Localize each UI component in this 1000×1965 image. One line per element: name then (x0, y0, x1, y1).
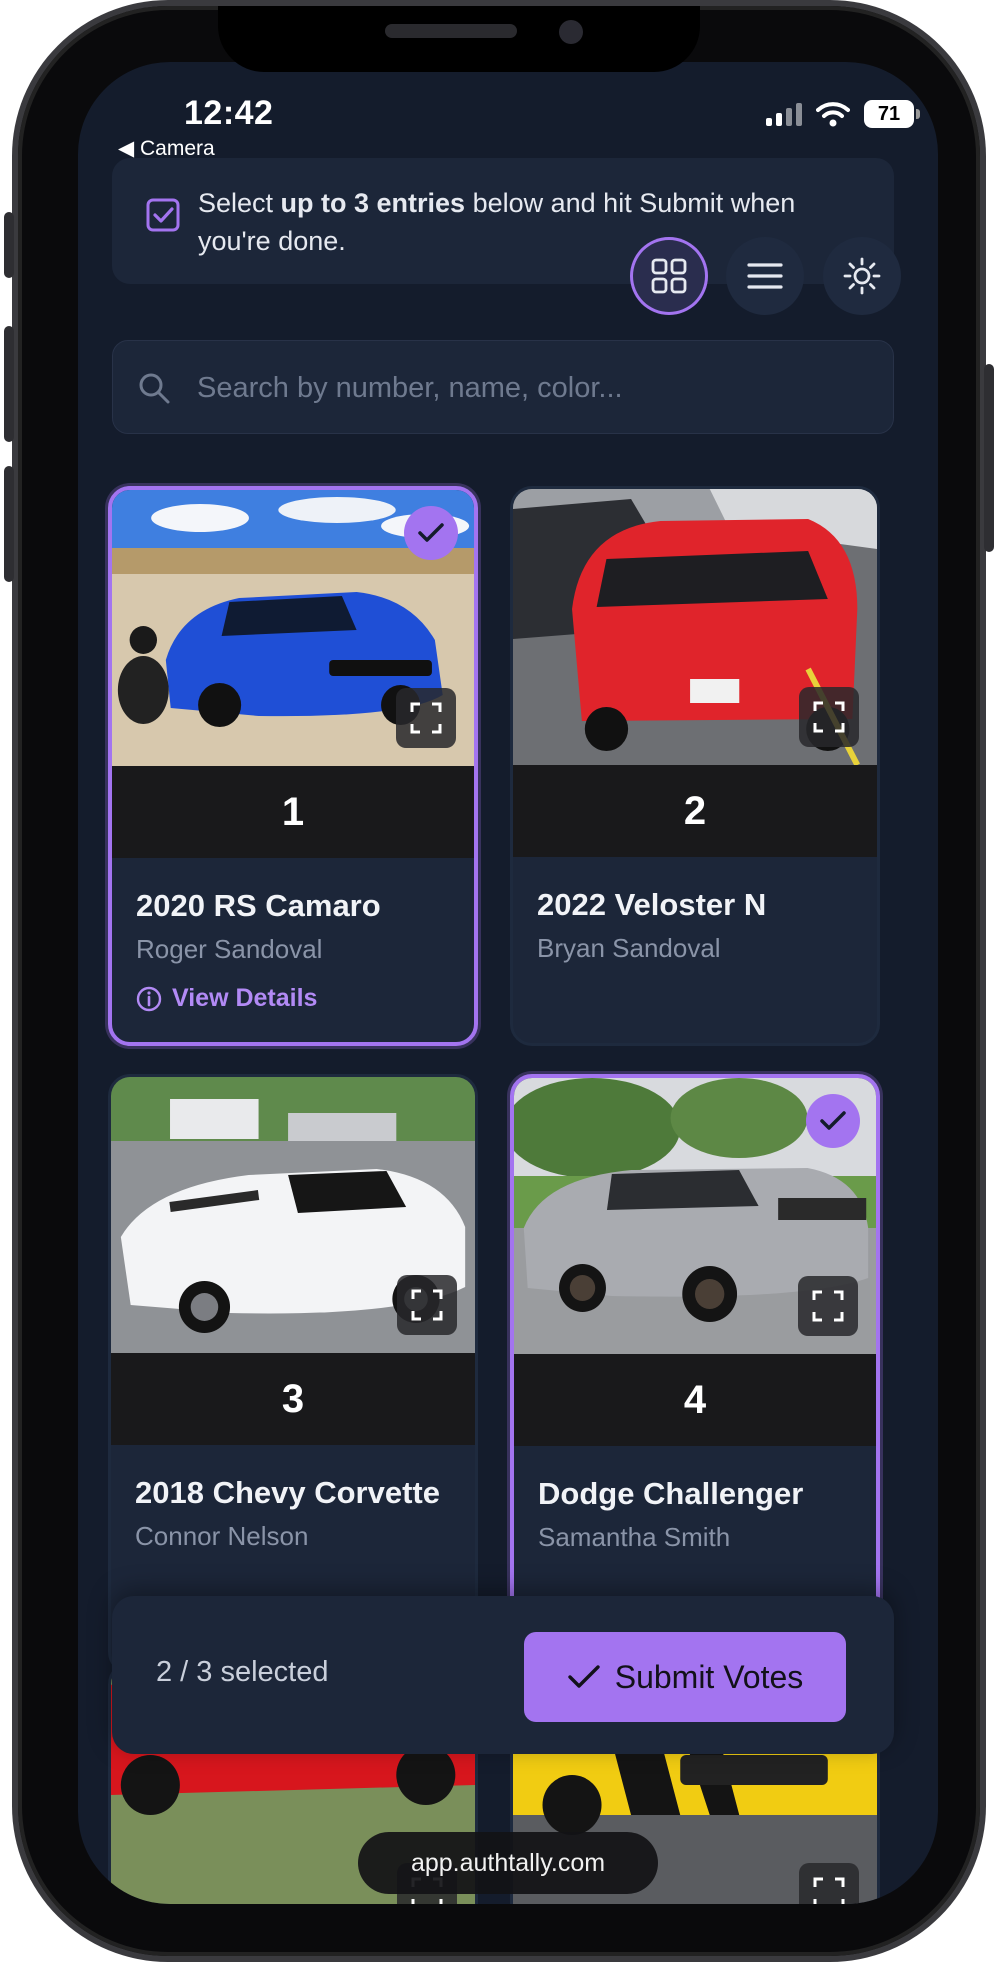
search-input[interactable] (195, 361, 859, 415)
entry-card-1[interactable]: 1 2020 RS Camaro Roger Sandoval View Det… (108, 486, 478, 1046)
entry-number: 3 (111, 1353, 475, 1445)
entry-owner: Samantha Smith (538, 1522, 731, 1552)
entry-card-3[interactable]: 3 2018 Chevy Corvette Connor Nelson (108, 1074, 478, 1674)
search-bar[interactable] (112, 340, 894, 434)
fullscreen-icon (812, 1290, 844, 1322)
entry-card-4[interactable]: 4 Dodge Challenger Samantha Smith (510, 1074, 880, 1674)
entry-photo[interactable] (111, 1077, 475, 1353)
expand-photo-button[interactable] (798, 1276, 858, 1336)
cellular-signal-icon (766, 102, 802, 126)
expand-photo-button[interactable] (799, 1863, 859, 1904)
entry-title: 2022 Veloster N (537, 887, 767, 922)
submit-votes-button[interactable]: Submit Votes (524, 1632, 846, 1722)
list-view-button[interactable] (726, 237, 804, 315)
entry-owner: Connor Nelson (135, 1521, 309, 1551)
list-view-icon (747, 263, 783, 289)
entry-owner: Bryan Sandoval (537, 933, 721, 963)
entry-photo[interactable] (112, 490, 474, 766)
grid-view-button[interactable] (630, 237, 708, 315)
search-icon (139, 373, 170, 404)
selection-count: 2 / 3 selected (156, 1656, 329, 1688)
fullscreen-icon (410, 702, 442, 734)
checkbox-icon (146, 198, 180, 232)
view-details-label: View Details (172, 984, 318, 1012)
selected-check-icon[interactable] (806, 1094, 860, 1148)
speaker (385, 24, 517, 38)
submit-votes-label: Submit Votes (614, 1658, 804, 1695)
expand-photo-button[interactable] (397, 1275, 457, 1335)
expand-photo-button[interactable] (396, 688, 456, 748)
browser-url-bar[interactable]: app.authtally.com (358, 1832, 658, 1894)
selected-check-icon[interactable] (404, 506, 458, 560)
entry-photo[interactable] (513, 489, 877, 765)
info-icon (136, 986, 162, 1011)
check-icon (568, 1665, 600, 1688)
power-button (984, 364, 994, 552)
wifi-icon (816, 102, 850, 127)
instruction-text: Select up to 3 entries below and hit Sub… (198, 188, 796, 256)
entry-title: 2020 RS Camaro (136, 888, 381, 923)
theme-toggle-button[interactable] (823, 237, 901, 315)
expand-photo-button[interactable] (799, 687, 859, 747)
silent-switch (4, 212, 14, 278)
fullscreen-icon (813, 701, 845, 733)
volume-down-button (4, 466, 14, 582)
entry-title: 2018 Chevy Corvette (135, 1475, 440, 1510)
battery-icon: 71 (864, 100, 920, 128)
submit-bar: 2 / 3 selected Submit Votes (112, 1596, 894, 1754)
entry-card-2[interactable]: 2 2022 Veloster N Bryan Sandoval (510, 486, 880, 1046)
theme-toggle-icon (843, 257, 881, 295)
entry-number: 4 (514, 1354, 876, 1446)
status-icons: 71 (766, 96, 920, 132)
view-details-link[interactable]: View Details (136, 984, 474, 1013)
volume-up-button (4, 326, 14, 442)
fullscreen-icon (411, 1289, 443, 1321)
entry-title: Dodge Challenger (538, 1476, 804, 1511)
entry-number: 2 (513, 765, 877, 857)
phone-frame: 12:42 ◀ Camera 71 Select up to 3 entries… (4, 6, 994, 1956)
entry-photo[interactable] (514, 1078, 876, 1354)
notch (218, 6, 700, 72)
grid-view-icon (651, 258, 687, 294)
entry-number: 1 (112, 766, 474, 858)
fullscreen-icon (813, 1877, 845, 1904)
status-time: 12:42 (184, 94, 274, 132)
entry-owner: Roger Sandoval (136, 934, 323, 964)
front-camera (559, 20, 583, 44)
screen: 12:42 ◀ Camera 71 Select up to 3 entries… (78, 62, 938, 1904)
